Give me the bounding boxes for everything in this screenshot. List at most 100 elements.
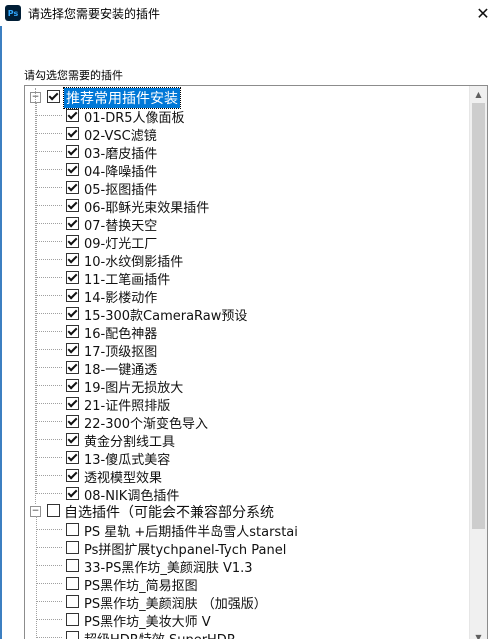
tree-branch-line (36, 421, 62, 422)
tree-item[interactable]: 14-影楼动作 (25, 286, 465, 306)
tree-item[interactable]: 10-水纹倒影插件 (25, 250, 465, 270)
item-checkbox[interactable] (66, 433, 79, 446)
scroll-thumb[interactable] (472, 103, 485, 529)
tree-item[interactable]: 22-300个渐变色导入 (25, 412, 465, 432)
tree-item[interactable]: PS黑作坊_美妆大师 V (25, 610, 465, 630)
tree-branch-line (36, 349, 62, 350)
tree-item[interactable]: 超级HDR特效 SuperHDR (25, 628, 465, 639)
tree-item[interactable]: 33-PS黑作坊_美颜润肤 V1.3 (25, 556, 465, 576)
tree-branch-line (36, 259, 62, 260)
tree-item[interactable]: 08-NIK调色插件 (25, 484, 465, 504)
item-checkbox[interactable] (66, 343, 79, 356)
scroll-up-button[interactable]: ▲ (470, 86, 487, 103)
tree-item[interactable]: 18-一键通透 (25, 358, 465, 378)
item-checkbox[interactable] (66, 289, 79, 302)
tree-branch-line (36, 637, 62, 638)
tree-item[interactable]: 02-VSC滤镜 (25, 124, 465, 144)
tree-item[interactable]: 05-抠图插件 (25, 178, 465, 198)
tree-item[interactable]: 06-耶稣光束效果插件 (25, 196, 465, 216)
tree-branch-line (36, 547, 62, 548)
tree-item[interactable]: 21-证件照排版 (25, 394, 465, 414)
group-label[interactable]: 自选插件（可能会不兼容部分系统 (64, 502, 274, 522)
tree-branch-line (36, 493, 62, 494)
item-checkbox[interactable] (66, 379, 79, 392)
tree-item[interactable]: Ps拼图扩展tychpanel-Tych Panel (25, 538, 465, 558)
item-checkbox[interactable] (66, 307, 79, 320)
tree-item[interactable]: PS黑作坊_美颜润肤 （加强版） (25, 592, 465, 612)
item-checkbox[interactable] (66, 361, 79, 374)
item-checkbox[interactable] (66, 577, 79, 590)
item-checkbox[interactable] (66, 235, 79, 248)
item-checkbox[interactable] (66, 415, 79, 428)
tree-item[interactable]: 16-配色神器 (25, 322, 465, 342)
prompt-label: 请勾选您需要的插件 (24, 69, 123, 82)
item-checkbox[interactable] (66, 397, 79, 410)
scroll-down-button[interactable]: ▼ (470, 629, 487, 639)
tree-branch-line (36, 133, 62, 134)
item-checkbox[interactable] (66, 487, 79, 500)
title-bar[interactable]: Ps 请选择您需要安装的插件 ✕ (0, 0, 499, 26)
tree-item[interactable]: PS黑作坊_简易抠图 (25, 574, 465, 594)
item-checkbox[interactable] (66, 469, 79, 482)
item-checkbox[interactable] (66, 325, 79, 338)
group-label[interactable]: 推荐常用插件安装 (63, 87, 181, 109)
close-button[interactable]: ✕ (473, 3, 493, 23)
window-left-border (0, 0, 2, 639)
tree-item[interactable]: 19-图片无损放大 (25, 376, 465, 396)
tree-item[interactable]: 04-降噪插件 (25, 160, 465, 180)
group-checkbox[interactable] (47, 504, 60, 517)
tree-branch-line (36, 439, 62, 440)
tree-branch-line (36, 619, 62, 620)
item-checkbox[interactable] (66, 145, 79, 158)
tree-item[interactable]: 15-300款CameraRaw预设 (25, 304, 465, 324)
item-checkbox[interactable] (66, 181, 79, 194)
tree-item[interactable]: 09-灯光工厂 (25, 232, 465, 252)
item-checkbox[interactable] (66, 199, 79, 212)
tree-item[interactable]: 17-顶级抠图 (25, 340, 465, 360)
item-checkbox[interactable] (66, 127, 79, 140)
tree-item[interactable]: 13-傻瓜式美容 (25, 448, 465, 468)
tree-item[interactable]: 03-磨皮插件 (25, 142, 465, 162)
tree-branch-line (36, 241, 62, 242)
tree-branch-line (36, 385, 62, 386)
group-checkbox[interactable] (47, 90, 60, 103)
window-title: 请选择您需要安装的插件 (28, 7, 161, 21)
tree-branch-line (36, 565, 62, 566)
item-checkbox[interactable] (66, 217, 79, 230)
item-checkbox[interactable] (66, 163, 79, 176)
tree-branch-line (36, 295, 62, 296)
item-checkbox[interactable] (66, 523, 79, 536)
tree-branch-line (36, 583, 62, 584)
tree-branch-line (36, 151, 62, 152)
tree-branch-line (36, 313, 62, 314)
tree-branch-line (36, 403, 62, 404)
tree-branch-line (36, 331, 62, 332)
item-checkbox[interactable] (66, 271, 79, 284)
plugin-tree[interactable]: − 推荐常用插件安装 01-DR5人像面板 02-VSC滤镜 03-磨皮插件 04-降噪插… (24, 85, 488, 639)
item-checkbox[interactable] (66, 631, 79, 639)
tree-branch-line (36, 601, 62, 602)
tree-item[interactable]: 01-DR5人像面板 (25, 106, 465, 126)
installer-window: Ps 请选择您需要安装的插件 ✕ 请勾选您需要的插件 − 推荐常用插件安装 01-D… (0, 0, 499, 639)
tree-item[interactable]: 黄金分割线工具 (25, 430, 465, 450)
tree-item[interactable]: PS 星轨 +后期插件半岛雪人starstai (25, 520, 465, 540)
vertical-scrollbar[interactable]: ▲ ▼ (469, 86, 487, 639)
scroll-down-icon: ▼ (475, 633, 482, 639)
item-checkbox[interactable] (66, 451, 79, 464)
item-checkbox[interactable] (66, 253, 79, 266)
tree-item[interactable]: 11-工笔画插件 (25, 268, 465, 288)
photoshop-app-icon: Ps (5, 5, 21, 21)
item-checkbox[interactable] (66, 613, 79, 626)
item-checkbox[interactable] (66, 595, 79, 608)
tree-group-node[interactable]: − 自选插件（可能会不兼容部分系统 (25, 502, 465, 522)
tree-branch-line (36, 169, 62, 170)
item-checkbox[interactable] (66, 109, 79, 122)
tree-item[interactable]: 07-替换天空 (25, 214, 465, 234)
tree-item[interactable]: 透视模型效果 (25, 466, 465, 486)
item-checkbox[interactable] (66, 559, 79, 572)
item-checkbox[interactable] (66, 541, 79, 554)
item-label[interactable]: 超级HDR特效 SuperHDR (84, 629, 236, 639)
tree-branch-line (36, 187, 62, 188)
tree-branch-line (36, 475, 62, 476)
tree-group-node[interactable]: − 推荐常用插件安装 (25, 87, 465, 109)
